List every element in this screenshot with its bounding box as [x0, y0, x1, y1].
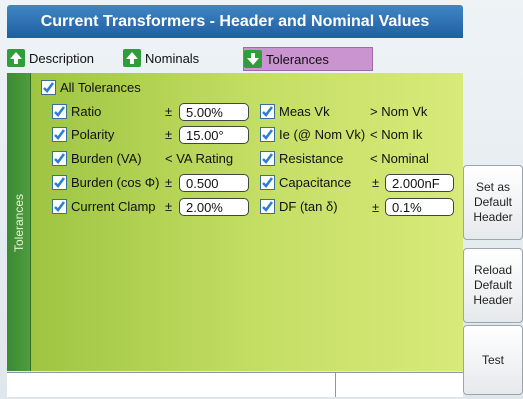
df-tan-plus-minus: ± [372, 200, 380, 215]
status-cell-right [336, 373, 462, 397]
tab-tolerances-label: Tolerances [266, 51, 329, 67]
ie-nom-vk-label: Ie (@ Nom Vk) [279, 127, 366, 142]
side-tab-label: Tolerances [12, 193, 26, 253]
df-tan-checkbox[interactable] [260, 199, 275, 214]
ie-nom-vk-criterion: < Nom Ik [370, 127, 423, 142]
capacitance-tolerance-input[interactable]: 2.000nF [385, 174, 454, 192]
burden-va-criterion: < VA Rating [165, 151, 234, 166]
polarity-plus-minus: ± [165, 127, 173, 142]
ratio-tolerance-input[interactable]: 5.00% [179, 103, 249, 121]
resistance-criterion: < Nominal [370, 151, 429, 166]
current-clamp-tolerance-input[interactable]: 2.00% [179, 198, 249, 216]
tab-bar: Description Nominals Tolerances [7, 47, 463, 71]
burden-cos-checkbox[interactable] [52, 175, 67, 190]
current-clamp-label: Current Clamp [71, 199, 156, 214]
burden-va-label: Burden (VA) [71, 151, 142, 166]
polarity-tolerance-input[interactable]: 15.00° [179, 126, 249, 144]
df-tan-label: DF (tan δ) [279, 199, 338, 214]
tab-description[interactable]: Description [7, 47, 100, 69]
ratio-label: Ratio [71, 104, 102, 119]
side-tab-tolerances[interactable]: Tolerances [7, 73, 31, 371]
capacitance-label: Capacitance [279, 175, 352, 190]
meas-vk-label: Meas Vk [279, 104, 330, 119]
tab-nominals[interactable]: Nominals [123, 47, 205, 69]
arrow-up-icon [7, 49, 25, 67]
polarity-checkbox[interactable] [52, 127, 67, 142]
capacitance-checkbox[interactable] [260, 175, 275, 190]
status-bar [7, 372, 463, 397]
current-clamp-checkbox[interactable] [52, 199, 67, 214]
ie-nom-vk-checkbox[interactable] [260, 127, 275, 142]
burden-cos-plus-minus: ± [165, 175, 173, 190]
df-tan-tolerance-input[interactable]: 0.1% [385, 198, 454, 216]
window-title: Current Transformers - Header and Nomina… [7, 5, 463, 38]
all-tolerances-checkbox[interactable] [41, 80, 56, 95]
burden-cos-tolerance-input[interactable]: 0.500 [179, 174, 249, 192]
tolerances-panel: Tolerances All Tolerances Ratio ± 5.00% … [7, 73, 463, 371]
all-tolerances-label: All Tolerances [60, 80, 141, 95]
burden-va-checkbox[interactable] [52, 151, 67, 166]
capacitance-plus-minus: ± [372, 175, 380, 190]
resistance-checkbox[interactable] [260, 151, 275, 166]
set-default-header-button[interactable]: Set as Default Header [463, 165, 523, 240]
polarity-label: Polarity [71, 127, 115, 142]
arrow-down-icon [244, 50, 262, 68]
app-window: Current Transformers - Header and Nomina… [0, 0, 523, 399]
meas-vk-checkbox[interactable] [260, 104, 275, 119]
burden-cos-label: Burden (cos Φ) [71, 175, 160, 190]
ratio-checkbox[interactable] [52, 104, 67, 119]
arrow-up-icon [123, 49, 141, 67]
current-clamp-plus-minus: ± [165, 199, 173, 214]
tab-description-label: Description [29, 50, 95, 66]
status-cell-left [7, 373, 336, 397]
meas-vk-criterion: > Nom Vk [370, 104, 428, 119]
test-button[interactable]: Test [463, 325, 523, 395]
resistance-label: Resistance [279, 151, 344, 166]
tab-nominals-label: Nominals [145, 50, 200, 66]
ratio-plus-minus: ± [165, 104, 173, 119]
reload-default-header-button[interactable]: Reload Default Header [463, 248, 523, 323]
tab-tolerances[interactable]: Tolerances [243, 47, 373, 71]
